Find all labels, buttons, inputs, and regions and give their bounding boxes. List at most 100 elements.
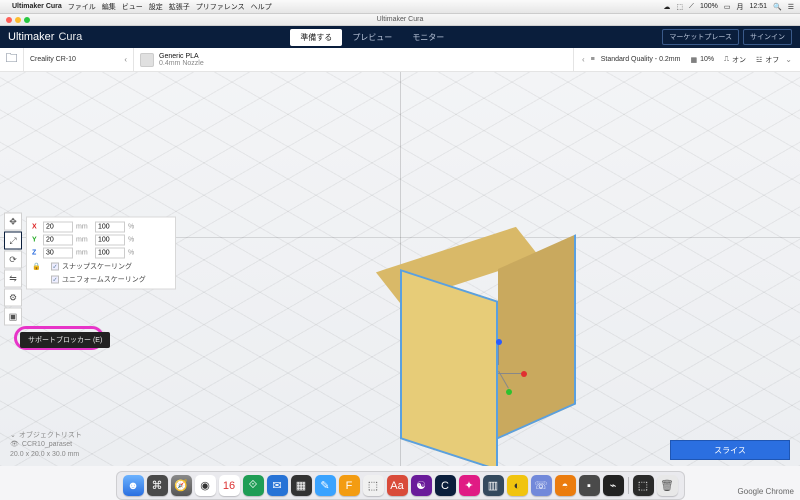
infill-icon: ▦ — [690, 56, 697, 64]
tool-rotate[interactable]: ⟳ — [4, 251, 22, 269]
config-bar: 🗀 Creality CR-10 ‹ Generic PLA 0.4mm Noz… — [0, 48, 800, 72]
dock-app-14[interactable]: ⬚ — [633, 475, 654, 496]
dock-app-2[interactable]: ⟐ — [243, 475, 264, 496]
axis-z-label: Z — [32, 250, 40, 257]
dropbox-icon[interactable]: ⬚ — [676, 3, 683, 11]
window-title: Ultimaker Cura — [377, 16, 424, 23]
scale-z-abs[interactable] — [43, 248, 73, 259]
battery-icon[interactable]: ▭ — [724, 3, 731, 11]
wifi-icon[interactable]: ⟋ — [689, 3, 694, 11]
dock-app-6[interactable]: F — [339, 475, 360, 496]
object-list-label[interactable]: オブジェクトリスト — [19, 431, 82, 441]
open-file-button[interactable]: 🗀 — [0, 48, 24, 71]
snap-scaling-checkbox[interactable]: ✓ — [51, 263, 59, 271]
profile-name: Standard Quality - 0.2mm — [601, 56, 681, 63]
gizmo-y-handle[interactable] — [506, 389, 512, 395]
battery-pct: 100% — [700, 3, 718, 10]
signin-button[interactable]: サインイン — [743, 29, 792, 45]
dock-app-8[interactable]: Aa — [387, 475, 408, 496]
dock-discord[interactable]: ☏ — [531, 475, 552, 496]
material-swatch-icon — [140, 53, 154, 67]
app-header: Ultimaker Cura 準備する プレビュー モニター マーケットプレース… — [0, 26, 800, 48]
menu-edit[interactable]: 編集 — [102, 2, 116, 12]
tooltip-support-blocker: サポートブロッカー (E) — [20, 332, 110, 348]
gizmo-z-handle[interactable] — [496, 339, 502, 345]
chevron-down-icon[interactable]: ⌄ — [10, 431, 16, 441]
cloud-icon[interactable]: ☁ — [663, 3, 670, 11]
uniform-scaling-label: ユニフォームスケーリング — [62, 275, 146, 285]
dock-app-9[interactable]: ☯ — [411, 475, 432, 496]
gizmo-x-handle[interactable] — [521, 371, 527, 377]
dock-calendar[interactable]: 16 — [219, 475, 240, 496]
tool-move[interactable]: ✥ — [4, 213, 22, 231]
dock-cura[interactable]: C — [435, 475, 456, 496]
dock-app-5[interactable]: ✎ — [315, 475, 336, 496]
dock-app-13[interactable]: ⌁ — [603, 475, 624, 496]
dock-app-10[interactable]: ✦ — [459, 475, 480, 496]
menu-settings[interactable]: 設定 — [149, 2, 163, 12]
scale-x-abs[interactable] — [43, 222, 73, 233]
adhesion-icon: ☳ — [756, 56, 762, 64]
material-selector[interactable]: Generic PLA 0.4mm Nozzle — [134, 48, 274, 71]
scale-z-pct[interactable] — [95, 248, 125, 259]
dock-app-11[interactable]: ▥ — [483, 475, 504, 496]
dock-finder[interactable]: ☻ — [123, 475, 144, 496]
viewport-3d[interactable]: ✥ ⤢ ⟳ ⇋ ⚙ ▣ X mm % Y mm % Z mm % 🔒✓スナップ — [0, 72, 800, 466]
dock-blender[interactable]: ◓ — [555, 475, 576, 496]
chevron-down-icon: ⌄ — [785, 55, 792, 64]
tool-sidebar: ✥ ⤢ ⟳ ⇋ ⚙ ▣ — [4, 213, 22, 326]
scale-x-pct[interactable] — [95, 222, 125, 233]
adhesion-off: オフ — [765, 55, 779, 65]
object-info: ⌄オブジェクトリスト 👁CCR10_paraset 20.0 x 20.0 x … — [10, 431, 82, 460]
traffic-lights[interactable] — [6, 17, 30, 23]
dock-chrome[interactable]: ◉ — [195, 475, 216, 496]
window-titlebar: Ultimaker Cura — [0, 14, 800, 26]
menu-file[interactable]: ファイル — [68, 2, 96, 12]
object-dimensions: 20.0 x 20.0 x 30.0 mm — [10, 450, 79, 460]
control-center-icon[interactable]: ☰ — [788, 3, 794, 11]
dock-terminal[interactable]: ▪ — [579, 475, 600, 496]
scale-y-pct[interactable] — [95, 235, 125, 246]
marketplace-button[interactable]: マーケットプレース — [662, 29, 739, 45]
printer-selector[interactable]: Creality CR-10 ‹ — [24, 48, 134, 71]
menu-preferences[interactable]: プリファレンス — [196, 2, 245, 12]
dock-safari[interactable]: 🧭 — [171, 475, 192, 496]
clock-day: 月 — [736, 2, 743, 12]
chevron-left-icon: ‹ — [124, 55, 127, 64]
scale-y-abs[interactable] — [43, 235, 73, 246]
tool-scale[interactable]: ⤢ — [4, 232, 22, 250]
macos-dock: ☻ ⌘ 🧭 ◉ 16 ⟐ ✉ ▦ ✎ F ⬚ Aa ☯ C ✦ ▥ ◐ ☏ ◓ … — [0, 466, 800, 500]
tool-per-model[interactable]: ⚙ — [4, 289, 22, 307]
tool-support-blocker[interactable]: ▣ — [4, 308, 22, 326]
tab-monitor[interactable]: モニター — [402, 29, 454, 46]
tab-prepare[interactable]: 準備する — [290, 29, 342, 46]
dock-app-12[interactable]: ◐ — [507, 475, 528, 496]
object-name[interactable]: CCR10_paraset — [22, 440, 72, 450]
print-settings-selector[interactable]: ‹ ≡ Standard Quality - 0.2mm ▦10% ⎍オン ☳オ… — [573, 48, 800, 71]
search-icon[interactable]: 🔍 — [773, 3, 782, 11]
eye-icon[interactable]: 👁 — [10, 440, 19, 450]
support-icon: ⎍ — [724, 56, 729, 64]
menu-extensions[interactable]: 拡張子 — [169, 2, 190, 12]
axis-x-label: X — [32, 224, 40, 231]
menubar-app-name[interactable]: Ultimaker Cura — [12, 3, 62, 10]
menu-help[interactable]: ヘルプ — [251, 2, 272, 12]
nozzle-size: 0.4mm Nozzle — [159, 60, 204, 67]
material-name: Generic PLA — [159, 53, 204, 60]
slice-button[interactable]: スライス — [670, 440, 790, 460]
layers-icon: ≡ — [591, 56, 595, 63]
brand-logo: Ultimaker Cura — [8, 31, 82, 43]
menu-view[interactable]: ビュー — [122, 2, 143, 12]
tool-mirror[interactable]: ⇋ — [4, 270, 22, 288]
dock-trash[interactable]: 🗑 — [657, 475, 678, 496]
dock-app-1[interactable]: ⌘ — [147, 475, 168, 496]
lock-icon[interactable]: 🔒 — [32, 263, 48, 271]
tab-preview[interactable]: プレビュー — [342, 29, 402, 46]
scale-panel: X mm % Y mm % Z mm % 🔒✓スナップスケーリング ✓ユニフォー… — [26, 217, 176, 290]
dock-app-7[interactable]: ⬚ — [363, 475, 384, 496]
dock-label: Google Chrome — [738, 487, 794, 496]
printer-name: Creality CR-10 — [30, 56, 76, 63]
dock-app-3[interactable]: ✉ — [267, 475, 288, 496]
dock-app-4[interactable]: ▦ — [291, 475, 312, 496]
uniform-scaling-checkbox[interactable]: ✓ — [51, 276, 59, 284]
